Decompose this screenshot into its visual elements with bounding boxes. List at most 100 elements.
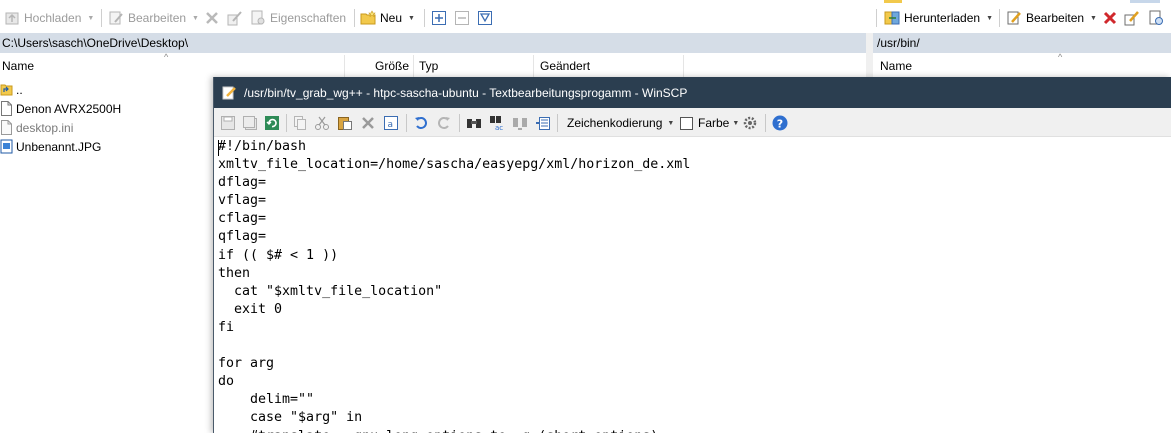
- text-cursor: [218, 140, 219, 156]
- upload-label: Hochladen: [24, 11, 82, 25]
- properties-right-button[interactable]: [1148, 9, 1168, 27]
- column-name[interactable]: Name ^: [0, 52, 345, 77]
- editor-title-bar[interactable]: /usr/bin/tv_grab_wg++ - htpc-sascha-ubun…: [214, 77, 1171, 108]
- toolbar-separator: [876, 9, 877, 27]
- code-line: then: [218, 265, 251, 281]
- minus-box-icon: [454, 10, 470, 26]
- list-item[interactable]: Denon AVRX2500H: [0, 99, 214, 118]
- delete-right-button[interactable]: [1102, 9, 1122, 27]
- reload-button[interactable]: [264, 114, 284, 132]
- goto-line-button[interactable]: [535, 114, 555, 132]
- edit-button[interactable]: Bearbeiten ▼: [108, 9, 199, 27]
- rename-icon: [227, 10, 243, 26]
- file-name: Denon AVRX2500H: [16, 101, 122, 116]
- redo-icon: [436, 115, 452, 131]
- settings-button[interactable]: [742, 114, 762, 132]
- copy-button[interactable]: [292, 114, 312, 132]
- code-line: #translate --gnu-long-options to -g (sho…: [218, 428, 1168, 433]
- paste-button[interactable]: [337, 114, 357, 132]
- column-size-label: Größe: [374, 59, 409, 73]
- column-size[interactable]: Größe: [345, 55, 414, 77]
- remote-column-name-label: Name: [880, 59, 913, 73]
- rename-button[interactable]: [227, 9, 247, 27]
- replace-button[interactable]: ac: [489, 114, 509, 132]
- notepad-icon: [222, 86, 236, 100]
- save-button[interactable]: [220, 114, 240, 132]
- column-changed-label: Geändert: [540, 59, 591, 73]
- column-type-label: Typ: [419, 59, 439, 73]
- scissors-icon: [314, 115, 330, 131]
- file-icon: [0, 120, 13, 135]
- code-line: qflag=: [218, 229, 267, 245]
- save-icon: [220, 115, 236, 131]
- expand-button[interactable]: [431, 9, 451, 27]
- rename-right-button[interactable]: [1124, 9, 1144, 27]
- edit-icon: [108, 10, 124, 26]
- properties-label: Eigenschaften: [270, 11, 347, 25]
- code-line: exit 0: [218, 301, 283, 317]
- chevron-down-icon[interactable]: ▼: [408, 15, 415, 22]
- delete-button[interactable]: [360, 114, 380, 132]
- chevron-down-icon[interactable]: ▼: [192, 15, 199, 22]
- download-icon: [884, 10, 900, 26]
- remote-column-name[interactable]: Name ^: [873, 52, 1171, 77]
- toolbar-separator: [459, 114, 460, 132]
- code-text-area[interactable]: #!/bin/bash xmltv_file_location=/home/sas…: [218, 138, 1168, 433]
- upload-icon: [4, 10, 20, 26]
- toolbar-separator: [354, 9, 355, 27]
- find-button[interactable]: [466, 114, 486, 132]
- cut-button[interactable]: [314, 114, 334, 132]
- remote-path-bar[interactable]: /usr/bin/: [873, 33, 1171, 53]
- file-name: desktop.ini: [16, 120, 74, 135]
- redo-button[interactable]: [436, 114, 456, 132]
- color-label: Farbe: [698, 116, 730, 130]
- save-all-button[interactable]: [242, 114, 262, 132]
- help-button[interactable]: ?: [772, 114, 792, 132]
- svg-text:?: ?: [777, 118, 783, 131]
- rename-icon: [1124, 10, 1140, 26]
- column-changed[interactable]: Geändert: [534, 55, 684, 77]
- undo-button[interactable]: [413, 114, 433, 132]
- collapse-button[interactable]: [454, 9, 474, 27]
- code-line: fi: [218, 319, 235, 335]
- properties-button[interactable]: Eigenschaften: [250, 9, 346, 27]
- select-all-button[interactable]: a: [383, 114, 403, 132]
- code-line: delim="": [218, 392, 315, 408]
- find-next-button[interactable]: [512, 114, 532, 132]
- file-name: Unbenannt.JPG: [16, 139, 102, 154]
- code-line: vflag=: [218, 193, 267, 209]
- download-label: Herunterladen: [904, 11, 981, 25]
- color-dropdown[interactable]: Farbe ▼: [680, 114, 739, 132]
- list-item[interactable]: ..: [0, 80, 214, 99]
- find-next-icon: [512, 115, 528, 131]
- download-button[interactable]: Herunterladen ▼: [884, 9, 993, 27]
- local-path-bar[interactable]: C:\Users\sasch\OneDrive\Desktop\: [0, 33, 866, 53]
- delete-icon: [1102, 10, 1118, 26]
- column-type[interactable]: Typ: [414, 55, 534, 77]
- list-item[interactable]: Unbenannt.JPG: [0, 137, 214, 156]
- binoculars-icon: [466, 115, 482, 131]
- chevron-down-icon: ▼: [667, 119, 675, 127]
- file-icon: [0, 101, 13, 116]
- upload-button[interactable]: Hochladen ▼: [4, 9, 94, 27]
- edit-label: Bearbeiten: [128, 11, 187, 25]
- toolbar-separator: [406, 114, 407, 132]
- filter-button[interactable]: [477, 9, 497, 27]
- file-name: ..: [16, 82, 23, 97]
- chevron-down-icon[interactable]: ▼: [87, 15, 94, 22]
- copy-icon: [292, 115, 308, 131]
- select-all-icon: a: [383, 115, 399, 131]
- delete-button[interactable]: [204, 9, 224, 27]
- list-item[interactable]: desktop.ini: [0, 118, 214, 137]
- gear-icon: [742, 115, 758, 131]
- code-line: dflag=: [218, 175, 267, 191]
- local-path-text: C:\Users\sasch\OneDrive\Desktop\: [2, 36, 189, 50]
- chevron-down-icon[interactable]: ▼: [1090, 15, 1097, 22]
- image-file-icon: [0, 139, 13, 154]
- save-all-icon: [242, 115, 258, 131]
- encoding-dropdown[interactable]: Zeichenkodierung ▼: [567, 114, 674, 132]
- chevron-down-icon[interactable]: ▼: [986, 15, 993, 22]
- new-button[interactable]: Neu ▼: [360, 9, 415, 27]
- edit-right-button[interactable]: Bearbeiten ▼: [1006, 9, 1097, 27]
- color-checkbox[interactable]: [680, 116, 693, 130]
